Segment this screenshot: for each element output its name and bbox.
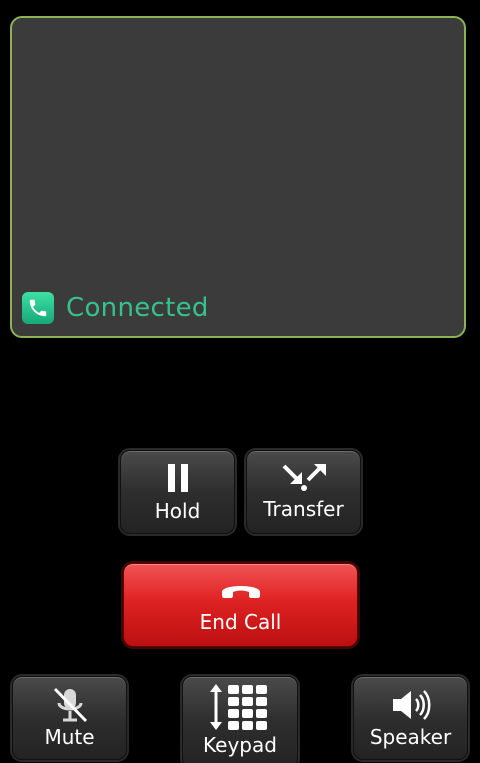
call-info-card: Connected	[10, 16, 466, 338]
speaker-label: Speaker	[369, 725, 452, 749]
hold-label: Hold	[154, 499, 201, 523]
transfer-label: Transfer	[263, 497, 344, 521]
mute-button[interactable]: Mute	[12, 676, 127, 760]
keypad-label: Keypad	[203, 733, 277, 757]
dialpad-icon	[210, 683, 270, 731]
hold-button[interactable]: Hold	[120, 450, 235, 534]
transfer-arrows-icon	[280, 461, 328, 493]
call-status-label: Connected	[66, 293, 209, 323]
keypad-button[interactable]: Keypad	[182, 676, 298, 763]
call-status: Connected	[22, 292, 209, 324]
microphone-muted-icon	[50, 685, 90, 725]
speaker-button[interactable]: Speaker	[353, 676, 468, 760]
speaker-icon	[391, 685, 431, 725]
end-call-label: End Call	[199, 610, 282, 634]
in-call-screen: Connected Hold Transfer End Call Mute Ke…	[0, 0, 480, 763]
mute-label: Mute	[44, 725, 95, 749]
hangup-icon	[220, 578, 262, 602]
transfer-button[interactable]: Transfer	[246, 450, 361, 534]
pause-icon	[166, 463, 190, 493]
phone-icon	[22, 292, 54, 324]
end-call-button[interactable]: End Call	[123, 563, 358, 647]
